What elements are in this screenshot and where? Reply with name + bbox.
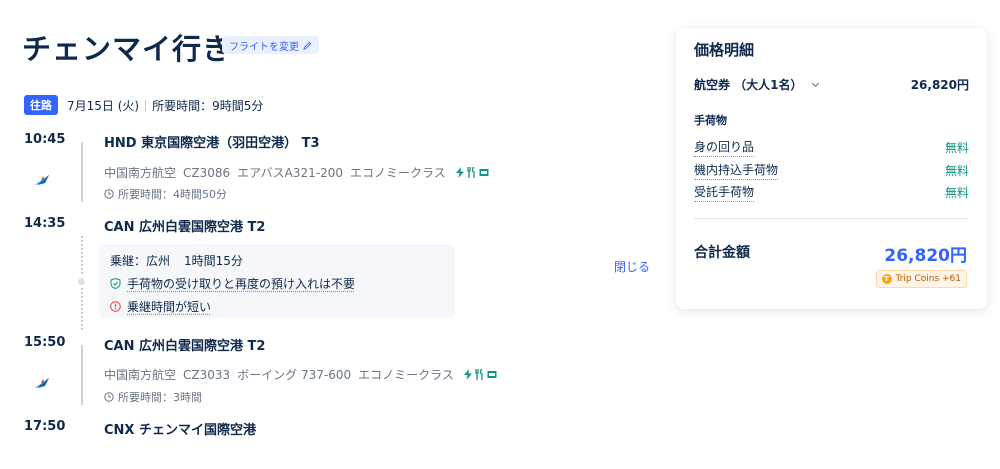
baggage-label[interactable]: 機内持込手荷物 [694,161,779,180]
baggage-value: 無料 [944,141,969,155]
coin-icon: T [881,274,892,284]
arrival-airport: CAN 広州白雲国際空港 T2 [104,220,266,235]
divider [694,218,969,219]
route-total-duration: 所要時間：9時間5分 [152,98,264,113]
baggage-row: 受託手荷物 無料 [694,183,969,202]
arrival-airport: CNX チェンマイ国際空港 [104,423,256,438]
airline-logo-icon [35,378,49,388]
entertainment-icon [487,371,497,378]
aircraft-type: ボーイング 737-600 [237,368,352,382]
clock-icon [104,189,114,199]
ticket-label: 航空券 （大人1名） [694,78,803,92]
timeline-line [81,345,83,405]
departure-airport: HND 東京国際空港（羽田空港） T3 [104,136,320,151]
cabin-class: エコノミークラス [350,166,446,180]
close-button[interactable]: 閉じる [614,258,650,275]
power-icon [463,369,472,380]
clock-icon [104,392,114,402]
warning-icon [110,301,121,312]
page-title: チェンマイ行き [22,32,233,66]
ticket-price: 26,820円 [910,78,969,92]
route-date: 7月15日 (火) [67,98,140,113]
departure-airport: CAN 広州白雲国際空港 T2 [104,339,266,354]
short-transfer-warning[interactable]: 乗継時間が短い [127,298,211,315]
meal-icon [475,369,483,380]
baggage-title: 手荷物 [694,114,727,127]
aircraft-type: エアバスA321-200 [237,166,344,180]
arrival-time: 17:50 [24,419,66,434]
meal-icon [467,167,475,178]
amenities [463,369,497,380]
entertainment-icon [479,169,489,176]
departure-time: 10:45 [24,132,66,147]
divider [145,99,147,111]
change-flight-button[interactable]: フライトを変更 [222,36,319,54]
baggage-label[interactable]: 受託手荷物 [694,183,755,202]
segment-duration: 所要時間：3時間 [104,389,202,405]
timeline-line [81,142,83,202]
trip-coins-badge: T Trip Coins +61 [875,270,967,288]
total-price: 26,820円 [884,246,967,266]
amenities [455,167,489,178]
total-label: 合計金額 [694,245,750,261]
airline-logo-icon [35,175,49,185]
change-flight-label: フライトを変更 [229,41,299,53]
flight-info: 中国南方航空 CZ3086 エアバスA321-200 エコノミークラス [104,164,489,181]
cabin-class: エコノミークラス [358,368,454,382]
route-header: 往路 7月15日 (火) 所要時間：9時間5分 [24,95,263,115]
baggage-value: 無料 [944,164,969,178]
price-title: 価格明細 [694,41,755,59]
airline-name: 中国南方航空 [104,166,177,180]
baggage-note[interactable]: 手荷物の受け取りと再度の預け入れは不要 [127,275,355,292]
ticket-row[interactable]: 航空券 （大人1名） 26,820円 [694,76,969,93]
flight-info: 中国南方航空 CZ3033 ボーイング 737-600 エコノミークラス [104,366,497,383]
edit-icon [303,41,312,50]
shield-icon [110,278,121,289]
segment-duration: 所要時間：4時間50分 [104,186,227,202]
transfer-city: 乗継：広州 [110,254,171,268]
airline-name: 中国南方航空 [104,368,177,382]
baggage-value: 無料 [944,186,969,200]
baggage-row: 機内持込手荷物 無料 [694,161,969,180]
baggage-row: 身の回り品 無料 [694,138,969,157]
transfer-marker [76,276,87,287]
arrival-time: 14:35 [24,216,66,231]
transfer-info: 乗継：広州 1時間15分 手荷物の受け取りと再度の預け入れは不要 乗継時間が短い [98,244,455,318]
duration-text: 所要時間：3時間 [118,391,202,404]
chevron-down-icon [811,82,819,88]
baggage-label[interactable]: 身の回り品 [694,138,755,157]
trip-coins-text: Trip Coins +61 [895,274,962,284]
outbound-badge: 往路 [24,95,58,115]
transfer-time: 1時間15分 [184,254,243,268]
price-details-card: 価格明細 航空券 （大人1名） 26,820円 手荷物 身の回り品 無料 機内持… [676,28,987,309]
flight-number: CZ3033 [183,367,231,382]
departure-time: 15:50 [24,335,66,350]
duration-text: 所要時間：4時間50分 [118,188,227,201]
power-icon [455,167,464,178]
flight-number: CZ3086 [183,165,231,180]
